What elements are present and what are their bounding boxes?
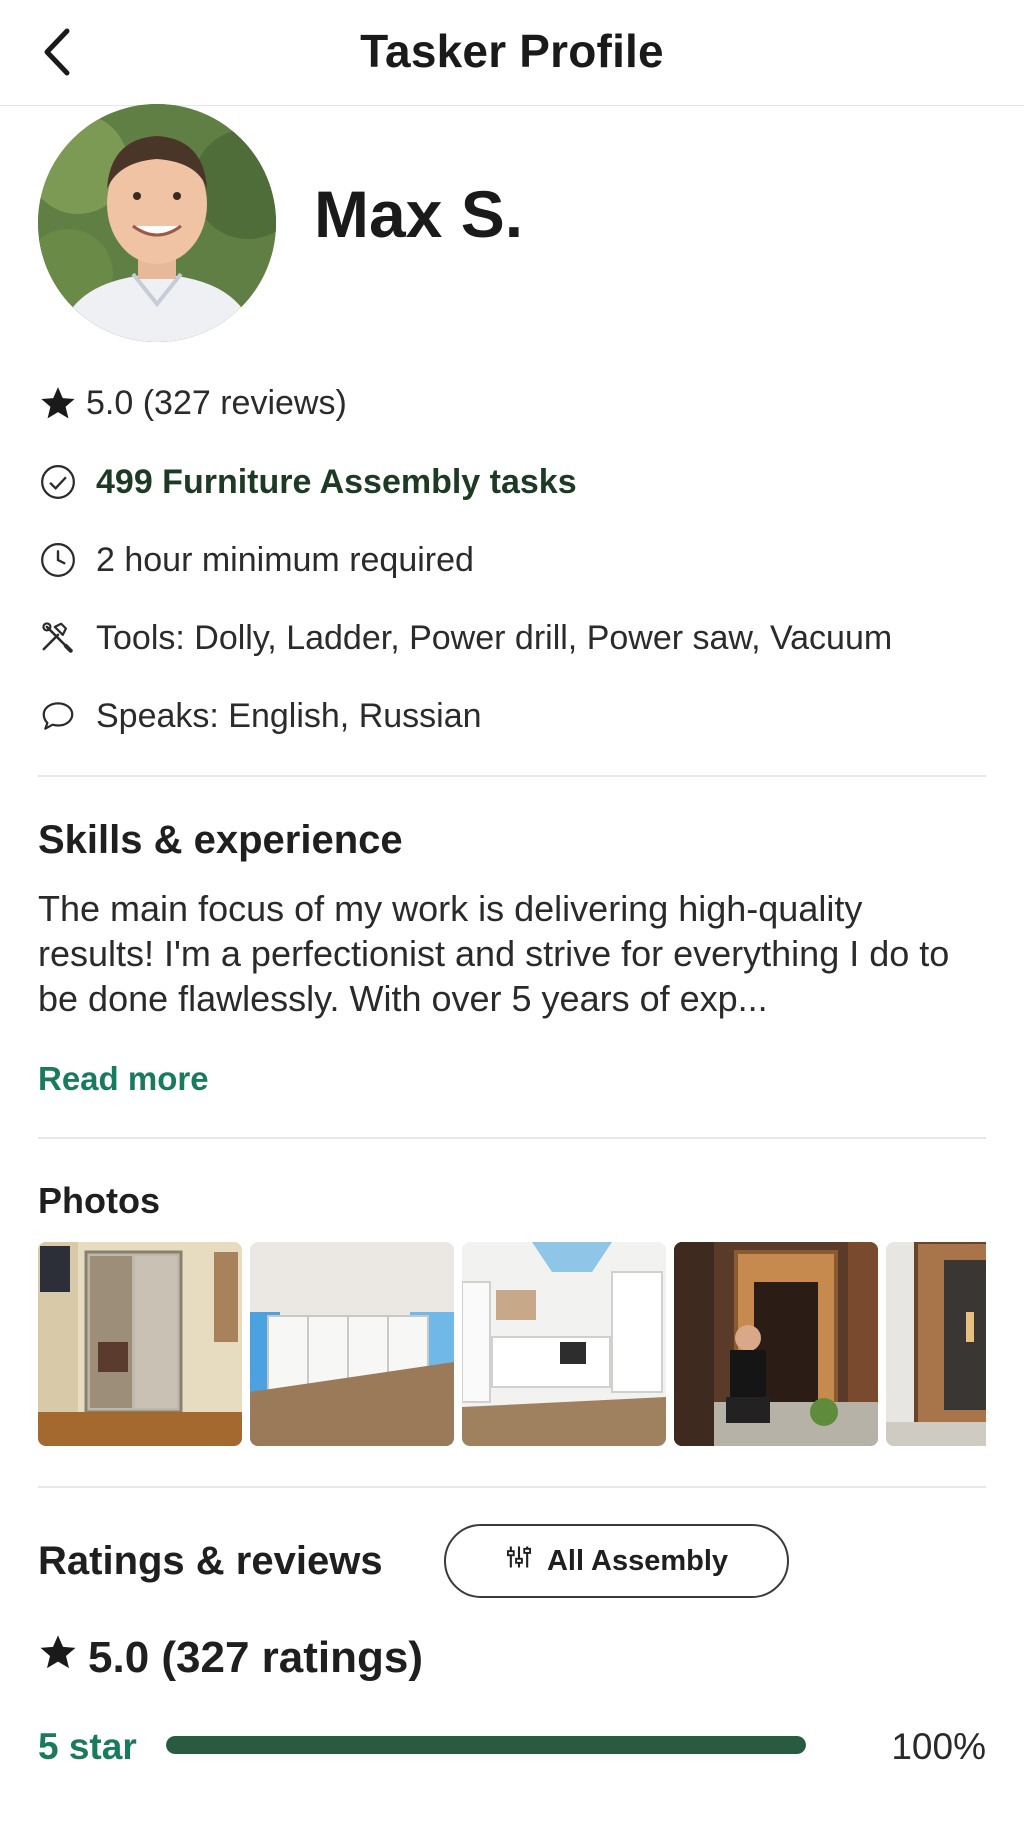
distribution-percent: 100% [891, 1726, 986, 1767]
distribution-bar-fill [166, 1736, 806, 1754]
page-title: Tasker Profile [360, 25, 664, 77]
filter-button[interactable]: All Assembly [444, 1524, 789, 1598]
photo-thumbnail[interactable] [462, 1242, 666, 1446]
distribution-bar [166, 1736, 806, 1754]
photo-thumbnail[interactable] [886, 1242, 986, 1446]
tasker-name: Max S. [314, 177, 524, 251]
rating-row: 5.0 (327 reviews) [38, 383, 347, 423]
photo-carousel[interactable] [38, 1242, 986, 1446]
languages-text: Speaks: English, Russian [96, 696, 482, 735]
tasks-count-text: 499 Furniture Assembly tasks [96, 462, 577, 501]
reviews-heading: Ratings & reviews [38, 1539, 383, 1583]
tools-text: Tools: Dolly, Ladder, Power drill, Power… [96, 618, 893, 657]
read-more-link[interactable]: Read more [38, 1060, 209, 1098]
tools-row: Tools: Dolly, Ladder, Power drill, Power… [38, 618, 892, 658]
photo-thumbnail[interactable] [38, 1242, 242, 1446]
photo-thumbnail[interactable] [250, 1242, 454, 1446]
filter-label: All Assembly [546, 1544, 729, 1577]
languages-row: Speaks: English, Russian [38, 696, 482, 736]
skills-description: The main focus of my work is delivering … [38, 888, 950, 1019]
avatar [38, 104, 276, 342]
rating-text: 5.0 (327 reviews) [86, 383, 347, 422]
distribution-label: 5 star [38, 1726, 137, 1767]
top-bar: Tasker Profile [0, 0, 1024, 106]
sliders-icon [505, 1543, 533, 1579]
divider [38, 1486, 986, 1488]
rating-summary: 5.0 (327 ratings) [38, 1632, 423, 1683]
divider [38, 1137, 986, 1139]
skills-heading: Skills & experience [38, 818, 403, 862]
minimum-row: 2 hour minimum required [38, 540, 474, 580]
tasks-row: 499 Furniture Assembly tasks [38, 462, 577, 502]
minimum-text: 2 hour minimum required [96, 540, 474, 579]
photo-thumbnail[interactable] [674, 1242, 878, 1446]
rating-summary-text: 5.0 (327 ratings) [88, 1632, 424, 1682]
clock-icon [38, 540, 78, 580]
rating-distribution-row[interactable]: 5 star 100% [38, 1722, 986, 1772]
star-icon [38, 383, 78, 423]
divider [38, 775, 986, 777]
speech-bubble-icon [38, 696, 78, 736]
check-circle-icon [38, 462, 78, 502]
tools-icon [38, 618, 78, 658]
star-icon [38, 1632, 78, 1683]
photos-heading: Photos [38, 1180, 160, 1221]
